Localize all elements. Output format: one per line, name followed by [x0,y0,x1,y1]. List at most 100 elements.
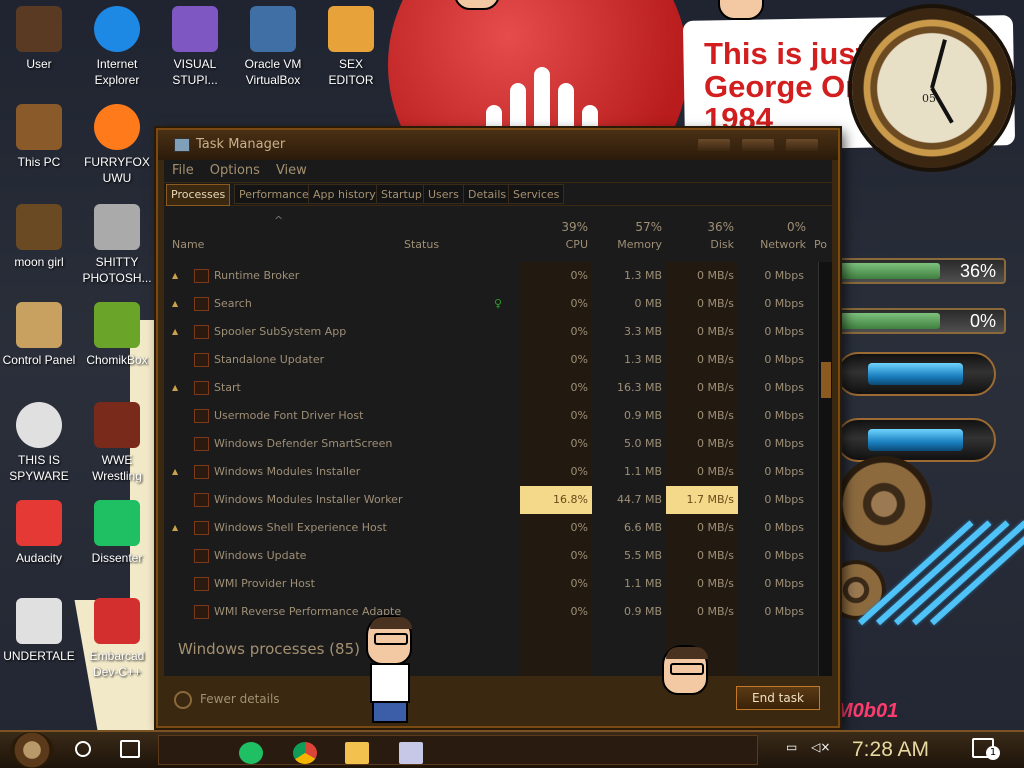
header-disk[interactable]: Disk [666,238,734,251]
expand-arrow-icon[interactable]: ▲ [172,262,178,290]
taskbar-clock[interactable]: 7:28 AM [852,735,929,765]
moon-girl-icon [16,204,62,250]
hank-character [366,615,416,725]
header-cpu[interactable]: CPU [520,238,588,251]
vertical-scrollbar[interactable] [818,262,832,676]
process-row[interactable]: ▲ Start 0% 16.3 MB 0 MB/s 0 Mbps [164,374,814,402]
desktop-icon[interactable]: moon girl [0,204,78,270]
header-power[interactable]: Po [814,238,832,251]
cpu-cell: 16.8% [520,486,592,514]
process-row[interactable]: ▲ Spooler SubSystem App 0% 3.3 MB 0 MB/s 0 Mb… [164,318,814,346]
header-disk-pct[interactable]: 36% [666,220,734,234]
header-network[interactable]: Network [738,238,806,251]
process-row[interactable]: ▲ Search ♀ 0% 0 MB 0 MB/s 0 Mbps [164,290,814,318]
tube-widget-2 [836,418,996,462]
process-icon [194,437,209,451]
expand-arrow-icon[interactable]: ▲ [172,514,178,542]
expand-arrow-icon[interactable]: ▲ [172,318,178,346]
desktop-icon[interactable]: User [0,6,78,72]
tab-users[interactable]: Users [423,184,464,204]
process-row[interactable]: ▲ Windows Modules Installer 0% 1.1 MB 0 MB/s… [164,458,814,486]
desktop-icon[interactable]: UNDERTALE [0,598,78,664]
desktop-icon[interactable]: Audacity [0,500,78,566]
desktop-icon[interactable]: SEX EDITOR [312,6,390,88]
memory-cell: 1.3 MB [623,269,662,282]
cortana-icon[interactable] [75,741,91,757]
desktop-icon-label: FURRYFOX UWU [84,155,150,185]
process-row[interactable]: Usermode Font Driver Host 0% 0.9 MB 0 MB/s 0… [164,402,814,430]
windows-processes-group[interactable]: Windows processes (85) [178,640,360,658]
control-panel-icon [16,302,62,348]
tab-services[interactable]: Services [508,184,565,204]
minimize-button[interactable] [698,139,730,151]
taskbar-apps-area [158,735,758,765]
scroll-thumb[interactable] [821,362,831,398]
process-row[interactable]: WMI Reverse Performance Adapte 0% 0.9 MB 0 … [164,598,814,626]
desktop-icon[interactable]: Oracle VM VirtualBox [234,6,312,88]
header-net-pct[interactable]: 0% [738,220,806,234]
process-row[interactable]: Windows Modules Installer Worker 16.8% 44.… [164,486,814,514]
maximize-button[interactable] [742,139,774,151]
process-icon [194,493,209,507]
header-memory[interactable]: Memory [592,238,662,251]
desktop-icon[interactable]: ChomikBox [78,302,156,368]
desktop-icon[interactable]: WWE Wrestling [78,402,156,484]
menu-file[interactable]: File [172,163,194,178]
desktop-icon-label: ChomikBox [86,353,148,367]
menu-options[interactable]: Options [210,163,260,178]
close-button[interactable] [786,139,818,151]
chrome-taskbar-icon[interactable] [293,742,317,764]
process-name: WMI Provider Host [214,577,315,590]
desktop-icon[interactable]: THIS IS SPYWARE [0,402,78,484]
task-manager-taskbar-icon[interactable] [399,742,423,764]
dissenter-taskbar-icon[interactable] [239,742,263,764]
volume-muted-icon[interactable]: ◁× [811,740,830,754]
tab-app-history[interactable]: App history [308,184,381,204]
expand-arrow-icon[interactable]: ▲ [172,374,178,402]
header-cpu-pct[interactable]: 39% [520,220,588,234]
process-row[interactable]: WMI Provider Host 0% 1.1 MB 0 MB/s 0 Mbps [164,570,814,598]
desktop-icon[interactable]: Control Panel [0,302,78,368]
disk-meter-widget: 0% [836,308,1006,334]
window-title: Task Manager [196,137,286,152]
menu-view[interactable]: View [276,163,307,178]
title-bar[interactable]: Task Manager [158,130,838,160]
fewer-details-label: Fewer details [200,692,280,706]
task-view-icon[interactable] [120,740,140,758]
header-mem-pct[interactable]: 57% [592,220,662,234]
tab-startup[interactable]: Startup [376,184,427,204]
header-name[interactable]: Name [172,238,204,251]
process-name: Windows Defender SmartScreen [214,437,393,450]
network-icon[interactable]: ▭ [786,740,797,754]
desktop-icon[interactable]: This PC [0,104,78,170]
fewer-details-button[interactable]: Fewer details [174,688,280,710]
desktop-icon[interactable]: Internet Explorer [78,6,156,88]
desktop-icon[interactable]: FURRYFOX UWU [78,104,156,186]
process-row[interactable]: Standalone Updater 0% 1.3 MB 0 MB/s 0 Mbps [164,346,814,374]
process-row[interactable]: ▲ Windows Shell Experience Host 0% 6.6 MB 0 … [164,514,814,542]
start-button[interactable] [10,732,54,768]
desktop-icon[interactable]: Embarcad Dev-C++ [78,598,156,680]
expand-arrow-icon[interactable]: ▲ [172,458,178,486]
process-row[interactable]: Windows Defender SmartScreen 0% 5.0 MB 0 MB… [164,430,814,458]
desktop-icon[interactable]: SHITTY PHOTOSH... [78,204,156,286]
process-row[interactable]: ▲ Runtime Broker 0% 1.3 MB 0 MB/s 0 Mbps [164,262,814,290]
desktop-icon[interactable]: VISUAL STUPI... [156,6,234,88]
internet-explorer-icon [94,6,140,52]
expand-arrow-icon[interactable]: ▲ [172,290,178,318]
tab-performance[interactable]: Performance [234,184,314,204]
undertale-icon [16,598,62,644]
desktop-icon[interactable]: Dissenter [78,500,156,566]
process-row[interactable]: Windows Update 0% 5.5 MB 0 MB/s 0 Mbps [164,542,814,570]
notification-center-icon[interactable]: 1 [972,738,1000,760]
disk-cell: 0 MB/s [697,381,734,394]
file-explorer-icon[interactable] [345,742,369,764]
end-task-button[interactable]: End task [736,686,820,710]
header-status[interactable]: Status [404,238,439,251]
memory-cell: 44.7 MB [616,493,662,506]
tab-details[interactable]: Details [463,184,512,204]
network-cell: 0 Mbps [764,521,804,534]
memory-cell: 0.9 MB [623,605,662,618]
task-manager-window: Task Manager File Options View Processes P… [156,128,840,728]
tab-processes[interactable]: Processes [166,184,231,206]
